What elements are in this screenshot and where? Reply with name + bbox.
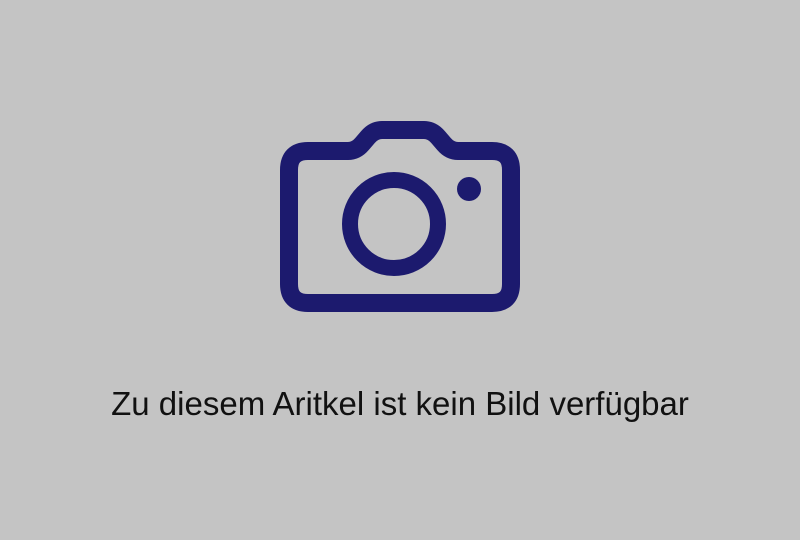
image-placeholder: Zu diesem Aritkel ist kein Bild verfügba… [0, 0, 800, 540]
no-image-message: Zu diesem Aritkel ist kein Bild verfügba… [111, 385, 689, 422]
camera-icon [280, 121, 520, 312]
